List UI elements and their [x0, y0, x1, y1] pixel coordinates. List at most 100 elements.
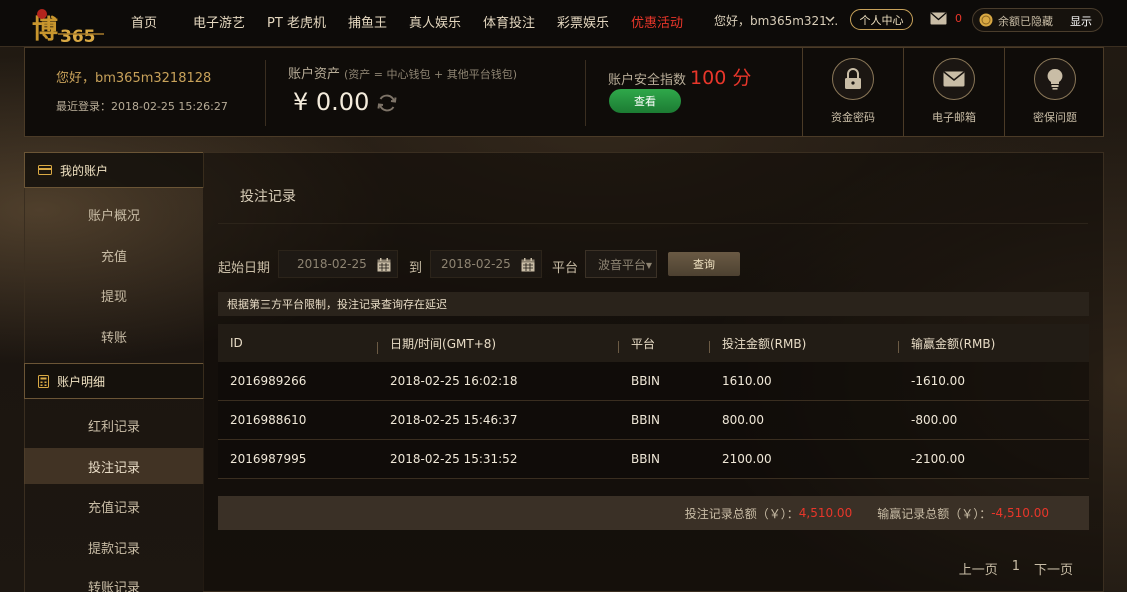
sidebar-item-withdraw-records[interactable]: 提款记录 [24, 529, 204, 565]
cell-datetime: 2018-02-25 15:31:52 [390, 452, 518, 466]
cell-win-amount: -2100.00 [911, 452, 965, 466]
column-header: 投注金额(RMB) [710, 335, 899, 353]
asset-subtitle: (资产 = 中心钱包 + 其他平台钱包) [344, 68, 518, 81]
last-login-time: 最近登录：2018-02-25 15:26:27 [56, 100, 228, 113]
cell-datetime: 2018-02-25 15:46:37 [390, 413, 518, 427]
nav-live-casino[interactable]: 真人娱乐 [398, 12, 472, 31]
cell-platform: BBIN [631, 374, 660, 388]
site-logo[interactable]: 博 365 [28, 4, 106, 46]
cell-platform: BBIN [631, 413, 660, 427]
security-index: 账户安全指数 100 分 [608, 63, 751, 90]
email-label: 电子邮箱 [932, 111, 976, 124]
asset-title-text: 账户资产 [288, 67, 341, 82]
platform-label: 平台 [552, 261, 579, 276]
sidebar: 我的账户 账户概况 充值 提现 转账 账户明细 红利记录 投注记录 充值记录 提… [24, 152, 204, 592]
query-button[interactable]: 查询 [668, 252, 740, 276]
nav-pt-slots[interactable]: PT 老虎机 [256, 12, 337, 31]
personal-center-button[interactable]: 个人中心 [850, 9, 913, 30]
totals-bar: 投注记录总额（￥）： 4,510.00 输赢记录总额（￥）： -4,510.00 [218, 496, 1089, 530]
sidebar-item-transfer-records[interactable]: 转账记录 [24, 568, 204, 592]
win-total-label: 输赢记录总额（￥）： [877, 506, 992, 521]
dropdown-arrow-icon: ▼ [645, 261, 652, 270]
pagination: 上一页 1 下一页 [959, 559, 1073, 578]
column-header: 平台 [619, 335, 710, 353]
sidebar-item-bonus-records[interactable]: 红利记录 [24, 407, 204, 443]
win-total-value: -4,510.00 [991, 506, 1049, 520]
table-row: 2016988610 2018-02-25 15:46:37 BBIN 800.… [218, 401, 1089, 440]
cell-datetime: 2018-02-25 16:02:18 [390, 374, 518, 388]
chevron-down-icon[interactable] [825, 14, 835, 24]
asset-value: ¥ 0.00 [293, 88, 370, 116]
start-date-label: 起始日期 [218, 261, 271, 276]
account-greeting: 您好，bm365m3218128 [56, 71, 212, 86]
mail-count-badge: 0 [955, 12, 962, 25]
column-header: 日期/时间(GMT+8) [378, 335, 619, 353]
show-balance-button[interactable]: 显示 [1070, 13, 1092, 29]
column-header-label: 输赢金额(RMB) [911, 336, 996, 351]
nav-electronic-games[interactable]: 电子游艺 [182, 12, 256, 31]
main-nav: 首页 电子游艺 PT 老虎机 捕鱼王 真人娱乐 体育投注 彩票娱乐 优惠活动 [120, 0, 694, 42]
column-header: 输赢金额(RMB) [899, 335, 1089, 352]
cell-id: 2016988610 [230, 413, 307, 427]
lightbulb-icon [1034, 58, 1076, 100]
view-security-button[interactable]: 查看 [609, 89, 681, 113]
end-date-value: 2018-02-25 [441, 257, 511, 271]
cell-bet-amount: 1610.00 [722, 374, 772, 388]
cell-bet-amount: 2100.00 [722, 452, 772, 466]
calculator-icon [38, 374, 49, 388]
table-row: 2016989266 2018-02-25 16:02:18 BBIN 1610… [218, 362, 1089, 401]
nav-promotions[interactable]: 优惠活动 [620, 12, 694, 31]
sidebar-group-account-details[interactable]: 账户明细 [24, 363, 204, 399]
asset-title: 账户资产 (资产 = 中心钱包 + 其他平台钱包) [288, 63, 517, 82]
bet-records-table: ID 日期/时间(GMT+8) 平台 投注金额(RMB) 输赢金额(RMB) 2… [218, 324, 1089, 479]
email-tile[interactable]: 电子邮箱 [903, 48, 1004, 136]
nav-fishing[interactable]: 捕鱼王 [337, 12, 398, 31]
sidebar-item-withdraw[interactable]: 提现 [24, 277, 204, 313]
sidebar-group-label: 我的账户 [60, 163, 109, 178]
page-number[interactable]: 1 [1012, 559, 1020, 578]
refresh-icon[interactable] [376, 92, 398, 114]
balance-pill: 余额已隐藏 显示 [972, 8, 1103, 32]
sidebar-item-account-overview[interactable]: 账户概况 [24, 196, 204, 232]
svg-text:博: 博 [32, 15, 58, 45]
security-score: 100 分 [690, 67, 752, 89]
column-header-label: 日期/时间(GMT+8) [390, 336, 497, 351]
column-header-label: ID [230, 336, 243, 350]
nav-sports[interactable]: 体育投注 [472, 12, 546, 31]
end-date-input[interactable]: 2018-02-25 [430, 250, 542, 278]
platform-select[interactable]: 波音平台 ▼ [585, 250, 657, 278]
sidebar-group-label: 账户明细 [57, 374, 106, 389]
cell-id: 2016987995 [230, 452, 307, 466]
nav-lottery[interactable]: 彩票娱乐 [546, 12, 620, 31]
start-date-input[interactable]: 2018-02-25 [278, 250, 398, 278]
delay-notice: 根据第三方平台限制，投注记录查询存在延迟 [218, 292, 1089, 316]
header-user-greeting[interactable]: 您好，bm365m321... [714, 12, 838, 29]
start-date-value: 2018-02-25 [297, 257, 367, 271]
envelope-icon [933, 58, 975, 100]
main-content: 投注记录 起始日期 2018-02-25 到 2018-02-25 平台 波音平… [203, 152, 1104, 592]
column-header-label: 平台 [631, 336, 656, 351]
sidebar-item-bet-records[interactable]: 投注记录 [24, 448, 204, 484]
filter-bar: 起始日期 2018-02-25 到 2018-02-25 平台 波音平台 ▼ 查… [218, 250, 1098, 278]
cell-win-amount: -1610.00 [911, 374, 965, 388]
table-row: 2016987995 2018-02-25 15:31:52 BBIN 2100… [218, 440, 1089, 479]
calendar-icon[interactable] [377, 258, 391, 272]
mail-icon[interactable] [930, 12, 947, 25]
prev-page-button[interactable]: 上一页 [959, 559, 998, 578]
account-summary-panel: 您好，bm365m3218128 最近登录：2018-02-25 15:26:2… [24, 47, 1104, 137]
sidebar-item-deposit-records[interactable]: 充值记录 [24, 488, 204, 524]
balance-hidden-text: 余额已隐藏 [998, 15, 1053, 28]
to-label: 到 [409, 261, 423, 276]
cell-win-amount: -800.00 [911, 413, 958, 427]
bet-total-label: 投注记录总额（￥）： [684, 506, 799, 521]
column-header: ID [218, 336, 378, 354]
bet-total-value: 4,510.00 [798, 506, 853, 520]
security-question-tile[interactable]: 密保问题 [1004, 48, 1105, 136]
nav-home[interactable]: 首页 [120, 12, 168, 31]
sidebar-item-deposit[interactable]: 充值 [24, 237, 204, 273]
calendar-icon[interactable] [521, 258, 535, 272]
sidebar-item-transfer[interactable]: 转账 [24, 318, 204, 354]
fund-password-tile[interactable]: 资金密码 [802, 48, 903, 136]
next-page-button[interactable]: 下一页 [1034, 559, 1073, 578]
sidebar-group-my-account[interactable]: 我的账户 [24, 152, 204, 188]
